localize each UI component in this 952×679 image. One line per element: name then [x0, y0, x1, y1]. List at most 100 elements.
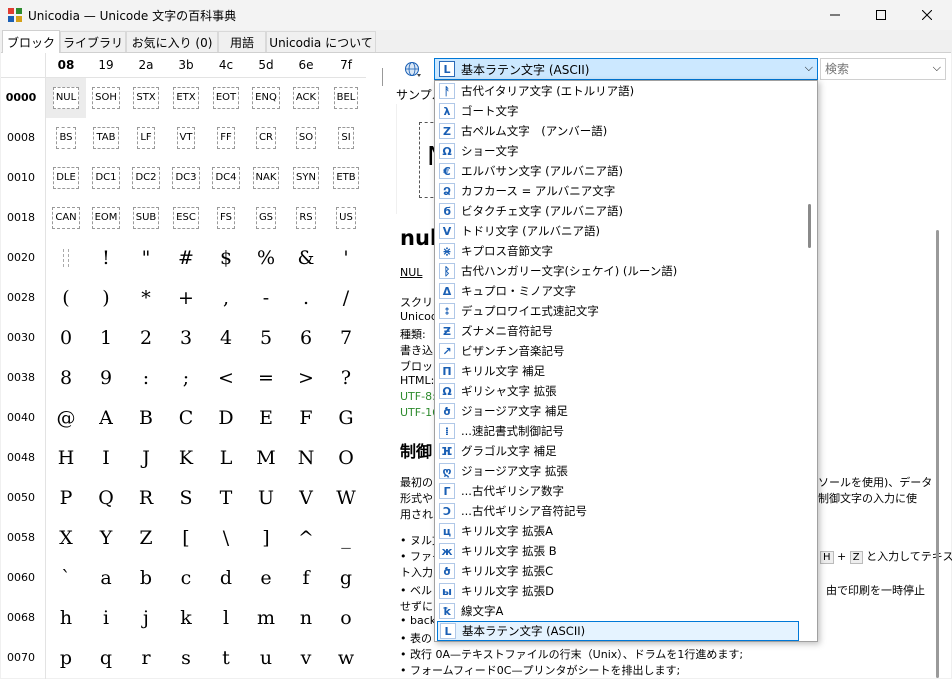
char-cell[interactable]: CR — [246, 118, 286, 158]
char-cell[interactable]: FS — [206, 198, 246, 238]
block-option[interactable]: Π キリル文字 補足 — [437, 361, 801, 381]
char-cell[interactable]: v — [286, 638, 326, 678]
char-cell[interactable]: DLE — [46, 158, 86, 198]
char-cell[interactable]: P — [46, 478, 86, 518]
char-cell[interactable]: Q — [86, 478, 126, 518]
char-cell[interactable]: ENQ — [246, 78, 286, 118]
char-cell[interactable]: TAB — [86, 118, 126, 158]
char-cell[interactable]: p — [46, 638, 86, 678]
char-cell[interactable]: X — [46, 518, 86, 558]
char-cell[interactable]: 9 — [86, 358, 126, 398]
char-cell[interactable]: DC1 — [86, 158, 126, 198]
char-cell[interactable]: EOT — [206, 78, 246, 118]
char-cell[interactable]: b — [126, 558, 166, 598]
block-select[interactable]: L 基本ラテン文字 (ASCII) ⌵ — [434, 58, 818, 80]
char-cell[interactable]: 2 — [126, 318, 166, 358]
block-option[interactable]: ᛒ 古代ハンガリー文字(シェケイ) (ルーン語) — [437, 261, 801, 281]
char-cell[interactable]: G — [326, 398, 366, 438]
char-cell[interactable]: A — [86, 398, 126, 438]
char-cell[interactable]: SYN — [286, 158, 326, 198]
char-cell[interactable]: - — [246, 278, 286, 318]
block-option[interactable]: € エルバサン文字 (アルバニア語) — [437, 161, 801, 181]
search-box[interactable]: ⌵ — [820, 58, 946, 80]
char-cell[interactable]: > — [286, 358, 326, 398]
char-cell[interactable]: US — [326, 198, 366, 238]
char-cell[interactable]: L — [206, 438, 246, 478]
char-cell[interactable]: I — [86, 438, 126, 478]
char-cell[interactable]: NAK — [246, 158, 286, 198]
tab-terms[interactable]: 用語 — [218, 31, 266, 52]
char-cell[interactable]: BEL — [326, 78, 366, 118]
minimize-button[interactable] — [812, 0, 858, 30]
char-cell[interactable]: J — [126, 438, 166, 478]
char-cell[interactable]: _ — [326, 518, 366, 558]
char-cell[interactable]: ETB — [326, 158, 366, 198]
char-cell[interactable]: f — [286, 558, 326, 598]
char-cell[interactable]: N — [286, 438, 326, 478]
char-cell[interactable]: i — [86, 598, 126, 638]
char-cell[interactable]: O — [326, 438, 366, 478]
char-cell[interactable]: NUL — [46, 78, 86, 118]
char-cell[interactable]: : — [126, 358, 166, 398]
char-cell[interactable]: t — [206, 638, 246, 678]
char-cell[interactable]: M — [246, 438, 286, 478]
char-cell[interactable]: SO — [286, 118, 326, 158]
char-cell[interactable]: w — [326, 638, 366, 678]
tab-about[interactable]: Unicodia について — [266, 31, 376, 52]
char-cell[interactable]: u — [246, 638, 286, 678]
block-option[interactable]: ⴼ グラゴル文字 補足 — [437, 441, 801, 461]
char-cell[interactable]: j — [126, 598, 166, 638]
block-option[interactable]: ⦂ デュプロワイエ式速記文字 — [437, 301, 801, 321]
block-option[interactable]: ϭ ビタクチェ文字 (アルバニア語) — [437, 201, 801, 221]
char-cell[interactable]: ? — [326, 358, 366, 398]
char-cell[interactable]: Y — [86, 518, 126, 558]
block-option[interactable]: ц キリル文字 拡張A — [437, 521, 801, 541]
block-option[interactable]: Ω ギリシャ文字 拡張 — [437, 381, 801, 401]
char-cell[interactable]: * — [126, 278, 166, 318]
char-cell[interactable]: ESC — [166, 198, 206, 238]
tab-favorites[interactable]: お気に入り (0) — [126, 31, 218, 52]
char-cell[interactable]: V — [286, 478, 326, 518]
char-cell[interactable]: ` — [46, 558, 86, 598]
char-cell[interactable]: l — [206, 598, 246, 638]
char-cell[interactable]: STX — [126, 78, 166, 118]
char-cell[interactable]: SI — [326, 118, 366, 158]
block-option[interactable]: ծ キリル文字 拡張C — [437, 561, 801, 581]
char-cell[interactable]: VT — [166, 118, 206, 158]
char-cell[interactable]: 6 — [286, 318, 326, 358]
detail-scrollbar[interactable] — [936, 230, 939, 678]
maximize-button[interactable] — [858, 0, 904, 30]
char-cell[interactable]: m — [246, 598, 286, 638]
char-cell[interactable]: ; — [166, 358, 206, 398]
char-cell[interactable]: @ — [46, 398, 86, 438]
char-cell[interactable]: q — [86, 638, 126, 678]
block-option[interactable]: ღ ジョージア文字 拡張 — [437, 461, 801, 481]
utf8-link[interactable]: UTF-8: — [400, 390, 436, 403]
char-cell[interactable]: # — [166, 238, 206, 278]
char-cell[interactable]: SOH — [86, 78, 126, 118]
char-cell[interactable]: g — [326, 558, 366, 598]
dropdown-scrollbar[interactable] — [808, 204, 811, 248]
char-cell[interactable]: H — [46, 438, 86, 478]
char-cell[interactable]: , — [206, 278, 246, 318]
char-cell[interactable]: \ — [206, 518, 246, 558]
block-option[interactable]: V トドリ文字 (アルバニア語) — [437, 221, 801, 241]
char-cell[interactable]: k — [166, 598, 206, 638]
block-option[interactable]: Ƶ ズナメニ音符記号 — [437, 321, 801, 341]
char-cell[interactable]: s — [166, 638, 206, 678]
char-cell[interactable]: DC2 — [126, 158, 166, 198]
char-cell[interactable]: . — [286, 278, 326, 318]
char-cell[interactable]: 7 — [326, 318, 366, 358]
block-option[interactable]: Ω ショー文字 — [437, 141, 801, 161]
char-cell[interactable]: ^ — [286, 518, 326, 558]
char-cell[interactable]: B — [126, 398, 166, 438]
char-cell[interactable]: S — [166, 478, 206, 518]
char-cell[interactable]: % — [246, 238, 286, 278]
block-option[interactable]: ᚨ 古代イタリア文字 (エトルリア語) — [437, 81, 801, 101]
char-cell[interactable]: CAN — [46, 198, 86, 238]
char-cell[interactable]: ACK — [286, 78, 326, 118]
char-cell[interactable]: 1 — [86, 318, 126, 358]
char-cell[interactable]: 0 — [46, 318, 86, 358]
char-cell[interactable]: r — [126, 638, 166, 678]
char-cell[interactable]: DC3 — [166, 158, 206, 198]
